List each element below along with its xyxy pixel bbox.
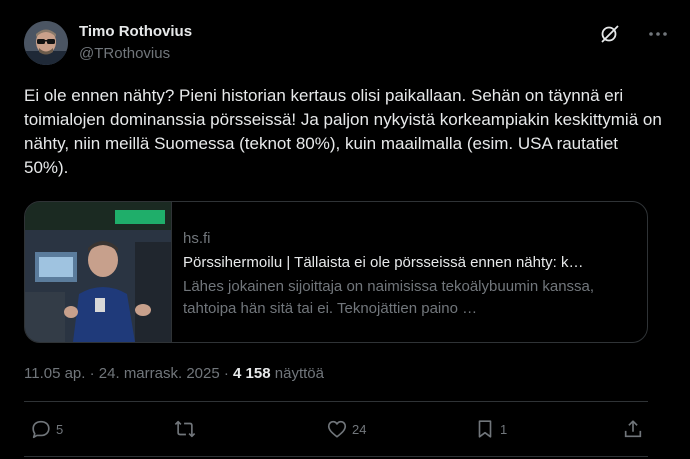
grok-icon (601, 25, 619, 43)
bookmark-icon (478, 420, 492, 438)
repost-button[interactable] (174, 416, 200, 442)
like-icon (327, 420, 347, 438)
bookmark-button[interactable]: 1 (474, 416, 507, 442)
bookmark-count: 1 (500, 421, 508, 437)
tweet-time[interactable]: 11.05 ap. (24, 365, 85, 382)
link-card[interactable]: hs.fi Pörssihermoilu | Tällaista ei ole … (24, 201, 648, 343)
views-count: 4 158 (233, 365, 271, 382)
avatar-image (24, 21, 68, 65)
more-options-button[interactable] (646, 22, 670, 46)
tweet-text: Ei ole ennen nähty? Pieni historian kert… (24, 86, 667, 177)
divider (24, 401, 648, 402)
views-label: näyttöä (270, 365, 324, 382)
reply-icon (32, 420, 50, 439)
share-icon (624, 420, 642, 438)
repost-icon (174, 420, 196, 438)
like-count: 24 (352, 421, 367, 437)
share-button[interactable] (622, 416, 644, 442)
link-card-title: Pörssihermoilu | Tällaista ei ole pörsse… (183, 254, 584, 271)
meta-separator: · (85, 365, 99, 382)
tweet-meta: 11.05 ap. · 24. marrask. 2025 · 4 158 nä… (24, 365, 324, 382)
tweet-date[interactable]: 24. marrask. 2025 (99, 365, 220, 382)
reply-count: 5 (56, 421, 64, 437)
grok-button[interactable] (598, 22, 622, 46)
avatar[interactable] (24, 21, 68, 65)
like-button[interactable]: 24 (326, 416, 366, 442)
link-card-thumbnail (25, 202, 172, 342)
author-handle[interactable]: @TRothovius (79, 45, 170, 62)
author-name[interactable]: Timo Rothovius (79, 23, 192, 40)
reply-button[interactable]: 5 (30, 416, 63, 442)
link-card-description: Lähes jokainen sijoittaja on naimisissa … (183, 278, 595, 317)
link-card-domain: hs.fi (183, 230, 211, 247)
divider (24, 456, 648, 457)
more-icon (649, 32, 667, 36)
meta-separator: · (219, 365, 234, 382)
